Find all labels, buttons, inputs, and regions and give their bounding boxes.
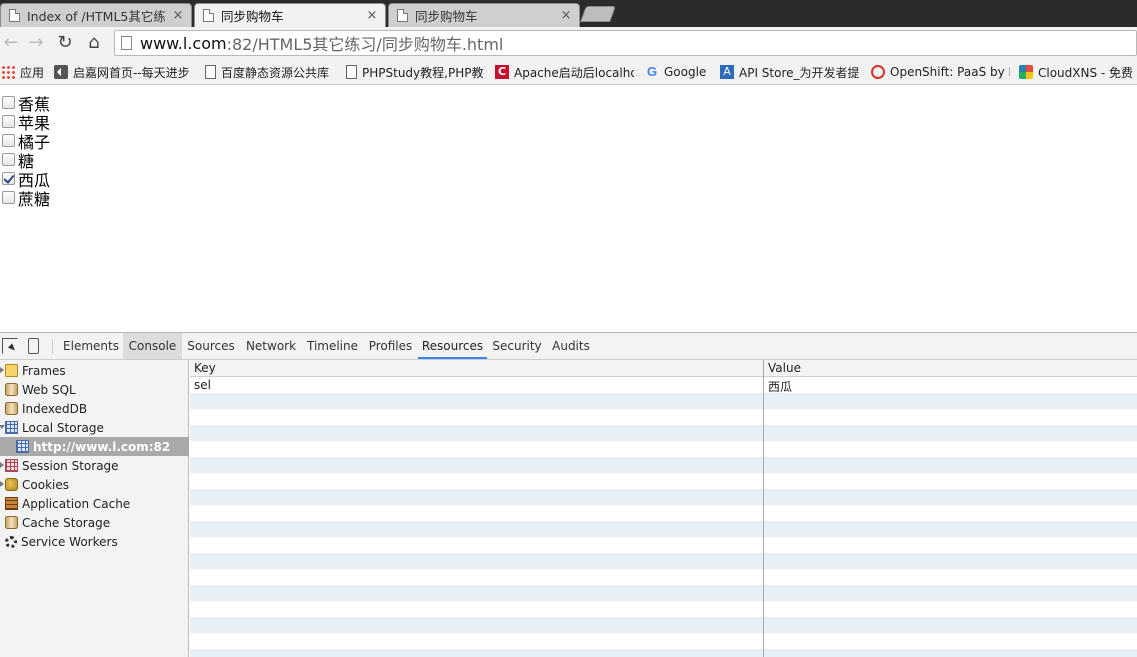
tab-close-icon[interactable]: × [171, 8, 185, 23]
devtools-tab-console[interactable]: Console [123, 333, 182, 359]
checkbox-checked[interactable] [2, 172, 15, 185]
devtools-tab-network[interactable]: Network [240, 333, 302, 359]
page-icon [397, 9, 408, 22]
tree-item-local-storage-origin[interactable]: http://www.l.com:82 [0, 437, 189, 456]
bookmark-baidu-static[interactable]: 百度静态资源公共库 [205, 63, 337, 81]
cell-key: sel [194, 378, 211, 392]
bookmark-openshift[interactable]: OpenShift: PaaS by R [871, 63, 1010, 81]
tab-title: 同步购物车 [415, 9, 478, 24]
gear-icon [5, 535, 17, 548]
device-mode-icon[interactable] [28, 338, 39, 354]
bookmark-google[interactable]: G Google [645, 63, 711, 81]
cookie-icon [5, 478, 18, 491]
bookmark-qijia[interactable]: 启嘉网首页--每天进步 [54, 63, 196, 81]
expand-triangle-icon[interactable] [0, 462, 4, 468]
cell-value: 西瓜 [768, 380, 793, 394]
devtools-tab-resources[interactable]: Resources [418, 333, 487, 359]
reload-icon[interactable]: ↻ [54, 31, 76, 55]
resources-sidebar: Frames Web SQL IndexedDB Local Storage h… [0, 360, 189, 657]
bookmark-apps[interactable]: 应用 [1, 63, 47, 81]
home-icon[interactable]: ⌂ [83, 31, 105, 55]
browser-tab-active[interactable]: 同步购物车 × [194, 3, 386, 27]
openshift-icon [871, 65, 885, 79]
browser-toolbar: ← → ↻ ⌂ www.l.com:82/HTML5其它练习/同步购物车.htm… [0, 27, 1137, 59]
devtools-tab-security[interactable]: Security [487, 333, 547, 359]
devtools-tab-timeline[interactable]: Timeline [302, 333, 363, 359]
bookmark-api-store[interactable]: A API Store_为开发者提 [720, 63, 859, 81]
tab-title: 同步购物车 [221, 9, 284, 24]
database-icon [5, 383, 18, 396]
tab-strip: Index of /HTML5其它练习 × 同步购物车 × 同步购物车 × [0, 0, 1137, 27]
c-logo-icon: C [495, 65, 509, 79]
tree-item-application-cache[interactable]: Application Cache [0, 494, 189, 513]
url-path: :82/HTML5其它练习/同步购物车.html [226, 35, 504, 54]
devtools-tab-audits[interactable]: Audits [547, 333, 595, 359]
tab-title: Index of /HTML5其它练习 [27, 9, 165, 24]
checkbox[interactable] [2, 115, 15, 128]
page-icon [9, 9, 20, 22]
inspect-element-icon[interactable] [2, 338, 18, 354]
folder-icon [5, 364, 18, 377]
checkbox[interactable] [2, 153, 15, 166]
page-info-icon[interactable] [121, 36, 132, 50]
tab-close-icon[interactable]: × [365, 8, 379, 23]
bookmark-apache[interactable]: C Apache启动后localho [495, 63, 634, 81]
devtools-panel: Elements Console Sources Network Timelin… [0, 332, 1137, 657]
storage-grid-icon [16, 440, 29, 453]
checkbox[interactable] [2, 191, 15, 204]
devtools-tab-elements[interactable]: Elements [59, 333, 123, 359]
grid-body: sel 西瓜 [190, 377, 1137, 657]
apps-icon [1, 65, 15, 79]
column-header-key[interactable]: Key [194, 361, 216, 375]
google-icon: G [646, 64, 658, 79]
new-tab-button[interactable] [580, 6, 616, 22]
tree-item-cookies[interactable]: Cookies [0, 475, 189, 494]
bookmarks-bar: 应用 启嘉网首页--每天进步 百度静态资源公共库 PHPStudy教程,PHP教… [0, 59, 1137, 85]
tree-item-web-sql[interactable]: Web SQL [0, 380, 189, 399]
fruit-item-cane-sugar: 蔗糖 [0, 188, 51, 209]
app-cache-icon [5, 497, 18, 510]
bookmark-phpstudy[interactable]: PHPStudy教程,PHP教 [346, 63, 484, 81]
tree-item-cache-storage[interactable]: Cache Storage [0, 513, 189, 532]
api-store-icon: A [720, 65, 734, 79]
tree-item-session-storage[interactable]: Session Storage [0, 456, 189, 475]
database-icon [5, 402, 18, 415]
devtools-tab-bar: Elements Console Sources Network Timelin… [0, 333, 1137, 360]
grid-header: Key Value [190, 360, 1137, 377]
storage-grid-icon [5, 421, 18, 434]
back-arrow-icon[interactable]: ← [0, 31, 22, 55]
tab-close-icon[interactable]: × [559, 8, 573, 23]
storage-data-grid: Key Value sel 西瓜 [190, 360, 1137, 657]
devtools-tab-profiles[interactable]: Profiles [363, 333, 418, 359]
devtools-tab-sources[interactable]: Sources [182, 333, 240, 359]
session-grid-icon [5, 459, 18, 472]
fruit-label: 蔗糖 [18, 189, 51, 209]
database-icon [5, 516, 18, 529]
column-header-value[interactable]: Value [768, 361, 801, 375]
column-resizer[interactable] [763, 360, 764, 657]
expand-triangle-icon[interactable] [0, 367, 4, 373]
page-content: 香蕉 苹果 橘子 糖 西瓜 蔗糖 [0, 85, 1137, 332]
table-row[interactable]: sel 西瓜 [190, 377, 1137, 394]
browser-tab-third[interactable]: 同步购物车 × [388, 3, 580, 27]
browser-tab-index[interactable]: Index of /HTML5其它练习 × [0, 3, 192, 27]
tree-item-frames[interactable]: Frames [0, 361, 189, 380]
toolbar-divider [52, 339, 53, 354]
checkbox[interactable] [2, 134, 15, 147]
tree-item-indexeddb[interactable]: IndexedDB [0, 399, 189, 418]
forward-arrow-icon[interactable]: → [25, 31, 47, 55]
expand-triangle-icon[interactable] [0, 481, 4, 487]
doc-icon [346, 65, 357, 79]
page-icon [203, 9, 214, 22]
tree-item-local-storage[interactable]: Local Storage [0, 418, 189, 437]
fruit-checkbox-list: 香蕉 苹果 橘子 糖 西瓜 蔗糖 [0, 93, 51, 209]
doc-icon [205, 65, 216, 79]
url-host: www.l.com [140, 33, 227, 53]
arrow-icon [54, 65, 68, 79]
cloudxns-icon [1019, 65, 1033, 79]
address-bar[interactable]: www.l.com:82/HTML5其它练习/同步购物车.html [114, 30, 1137, 56]
tree-item-service-workers[interactable]: Service Workers [0, 532, 189, 551]
checkbox[interactable] [2, 96, 15, 109]
bookmark-cloudxns[interactable]: CloudXNS - 免费 [1019, 63, 1137, 81]
